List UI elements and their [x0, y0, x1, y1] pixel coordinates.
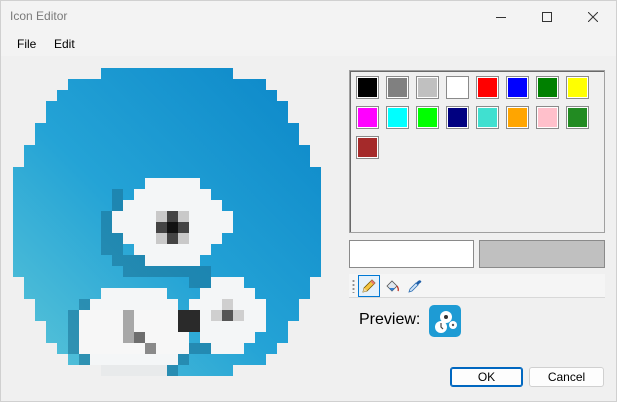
- color-swatch[interactable]: [536, 76, 559, 99]
- secondary-color-box[interactable]: [479, 240, 605, 268]
- color-swatch[interactable]: [506, 106, 529, 129]
- settings-clock-icon: [429, 305, 461, 337]
- color-swatch[interactable]: [356, 106, 379, 129]
- menu-edit[interactable]: Edit: [54, 37, 75, 51]
- color-swatch[interactable]: [386, 76, 409, 99]
- color-swatch[interactable]: [536, 106, 559, 129]
- fill-bucket-icon: [386, 280, 400, 292]
- toolstrip-grip[interactable]: [352, 279, 355, 293]
- color-swatch[interactable]: [476, 106, 499, 129]
- color-swatch[interactable]: [476, 76, 499, 99]
- color-swatch[interactable]: [386, 106, 409, 129]
- pencil-tool-button[interactable]: [358, 275, 380, 297]
- eyedropper-tool-button[interactable]: [404, 275, 426, 297]
- color-swatch[interactable]: [416, 106, 439, 129]
- menu-file[interactable]: File: [17, 37, 36, 51]
- fill-tool-button[interactable]: [381, 275, 403, 297]
- cancel-button[interactable]: Cancel: [529, 367, 604, 387]
- window-title: Icon Editor: [10, 9, 68, 23]
- color-swatch[interactable]: [566, 106, 589, 129]
- title-bar: Icon Editor: [1, 1, 616, 32]
- preview-label: Preview:: [359, 311, 421, 328]
- pencil-icon: [362, 279, 376, 293]
- icon-pixel-grid[interactable]: [13, 68, 321, 376]
- close-button[interactable]: [570, 1, 616, 32]
- menu-bar: File Edit: [1, 32, 616, 56]
- minimize-icon: [496, 16, 506, 18]
- color-swatch[interactable]: [446, 106, 469, 129]
- tool-strip: [349, 274, 605, 298]
- eyedropper-icon: [408, 280, 422, 293]
- minimize-button[interactable]: [478, 1, 524, 32]
- color-swatch[interactable]: [416, 76, 439, 99]
- color-palette: [349, 70, 605, 233]
- color-swatch[interactable]: [356, 136, 379, 159]
- gear-hole-top: [156, 211, 189, 244]
- primary-color-box[interactable]: [349, 240, 474, 268]
- icon-edit-canvas[interactable]: [13, 68, 321, 376]
- icon-editor-window: Icon Editor File Edit Preview: OK Cancel: [0, 0, 617, 402]
- color-swatch[interactable]: [566, 76, 589, 99]
- color-swatch[interactable]: [506, 76, 529, 99]
- ok-button[interactable]: OK: [450, 367, 523, 387]
- icon-preview: [429, 305, 461, 337]
- color-swatch[interactable]: [446, 76, 469, 99]
- color-swatch[interactable]: [356, 76, 379, 99]
- maximize-icon: [542, 11, 552, 22]
- maximize-button[interactable]: [524, 1, 570, 32]
- close-icon: [588, 11, 598, 22]
